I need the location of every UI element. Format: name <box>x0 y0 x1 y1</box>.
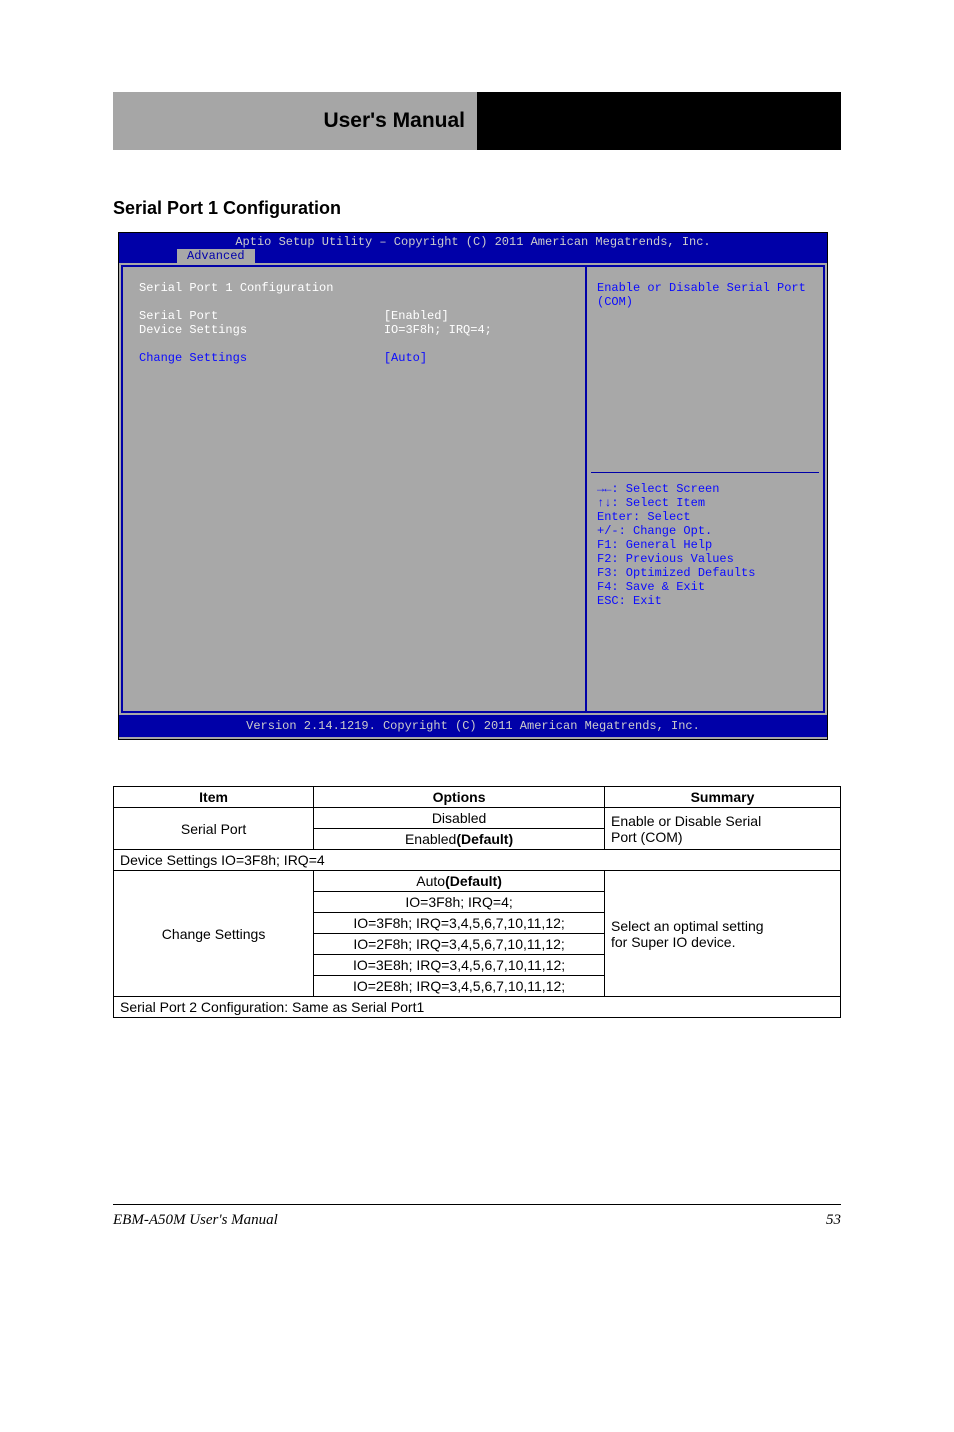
table-option: IO=3E8h; IRQ=3,4,5,6,7,10,11,12; <box>314 955 605 976</box>
table-row: Serial PortDisabledEnable or Disable Ser… <box>114 808 841 829</box>
table-item: Serial Port <box>114 808 314 850</box>
table-option: IO=2F8h; IRQ=3,4,5,6,7,10,11,12; <box>314 934 605 955</box>
bios-nav-line: Enter: Select <box>597 510 755 524</box>
bios-main-panel: Serial Port 1 Configuration Serial Port … <box>121 265 585 713</box>
bios-nav-line: ESC: Exit <box>597 594 755 608</box>
page-footer-right: 53 <box>826 1212 841 1229</box>
banner-right <box>477 92 841 150</box>
bios-nav-line: F2: Previous Values <box>597 552 755 566</box>
table-header: Item <box>114 787 314 808</box>
bios-tab-advanced[interactable]: Advanced <box>177 249 255 263</box>
options-table: ItemOptionsSummarySerial PortDisabledEna… <box>113 786 841 1018</box>
table-subheader-row: Device Settings IO=3F8h; IRQ=4 <box>114 850 841 871</box>
table-option: IO=3F8h; IRQ=3,4,5,6,7,10,11,12; <box>314 913 605 934</box>
bios-help-panel: Enable or Disable Serial Port (COM) →←: … <box>585 265 825 713</box>
table-row: Change SettingsAuto(Default)Select an op… <box>114 871 841 892</box>
bios-item-device-settings[interactable]: Device Settings IO=3F8h; IRQ=4; <box>139 323 569 337</box>
bios-panel-heading: Serial Port 1 Configuration <box>139 281 569 295</box>
table-option: Enabled(Default) <box>314 829 605 850</box>
table-header: Summary <box>604 787 840 808</box>
bios-nav-keys: →←: Select Screen↑↓: Select ItemEnter: S… <box>597 482 755 608</box>
table-option: IO=3F8h; IRQ=4; <box>314 892 605 913</box>
bios-help-divider <box>591 472 819 473</box>
bios-item-change-settings[interactable]: Change Settings [Auto] <box>139 351 569 365</box>
bios-nav-line: ↑↓: Select Item <box>597 496 755 510</box>
table-subheader-row: Serial Port 2 Configuration: Same as Ser… <box>114 997 841 1018</box>
bios-help-text: Enable or Disable Serial Port (COM) <box>597 281 813 309</box>
bios-title: Aptio Setup Utility – Copyright (C) 2011… <box>119 233 827 249</box>
page-footer-rule <box>113 1204 841 1205</box>
bios-titlebar: Aptio Setup Utility – Copyright (C) 2011… <box>119 233 827 263</box>
bios-screenshot: Aptio Setup Utility – Copyright (C) 2011… <box>118 232 828 740</box>
bios-blank-line <box>139 337 569 351</box>
bios-item-serial-port[interactable]: Serial Port [Enabled] <box>139 309 569 323</box>
table-header-row: ItemOptionsSummary <box>114 787 841 808</box>
table-subheader: Serial Port 2 Configuration: Same as Ser… <box>114 997 841 1018</box>
banner-left: User's Manual <box>113 92 477 150</box>
bios-nav-line: F3: Optimized Defaults <box>597 566 755 580</box>
doc-banner: User's Manual <box>113 92 841 150</box>
bios-nav-line: +/-: Change Opt. <box>597 524 755 538</box>
table-header: Options <box>314 787 605 808</box>
table-subheader: Device Settings IO=3F8h; IRQ=4 <box>114 850 841 871</box>
table-summary: Enable or Disable Serial Port (COM) <box>604 808 840 850</box>
table-option: IO=2E8h; IRQ=3,4,5,6,7,10,11,12; <box>314 976 605 997</box>
table-option: Auto(Default) <box>314 871 605 892</box>
bios-footer: Version 2.14.1219. Copyright (C) 2011 Am… <box>119 715 827 737</box>
bios-nav-line: F1: General Help <box>597 538 755 552</box>
section-heading: Serial Port 1 Configuration <box>113 198 341 219</box>
bios-nav-line: F4: Save & Exit <box>597 580 755 594</box>
table-option: Disabled <box>314 808 605 829</box>
bios-nav-line: →←: Select Screen <box>597 482 755 496</box>
table-item: Change Settings <box>114 871 314 997</box>
page-footer-left: EBM-A50M User's Manual <box>113 1212 278 1229</box>
table-summary: Select an optimal setting for Super IO d… <box>604 871 840 997</box>
bios-body: Serial Port 1 Configuration Serial Port … <box>119 263 827 715</box>
